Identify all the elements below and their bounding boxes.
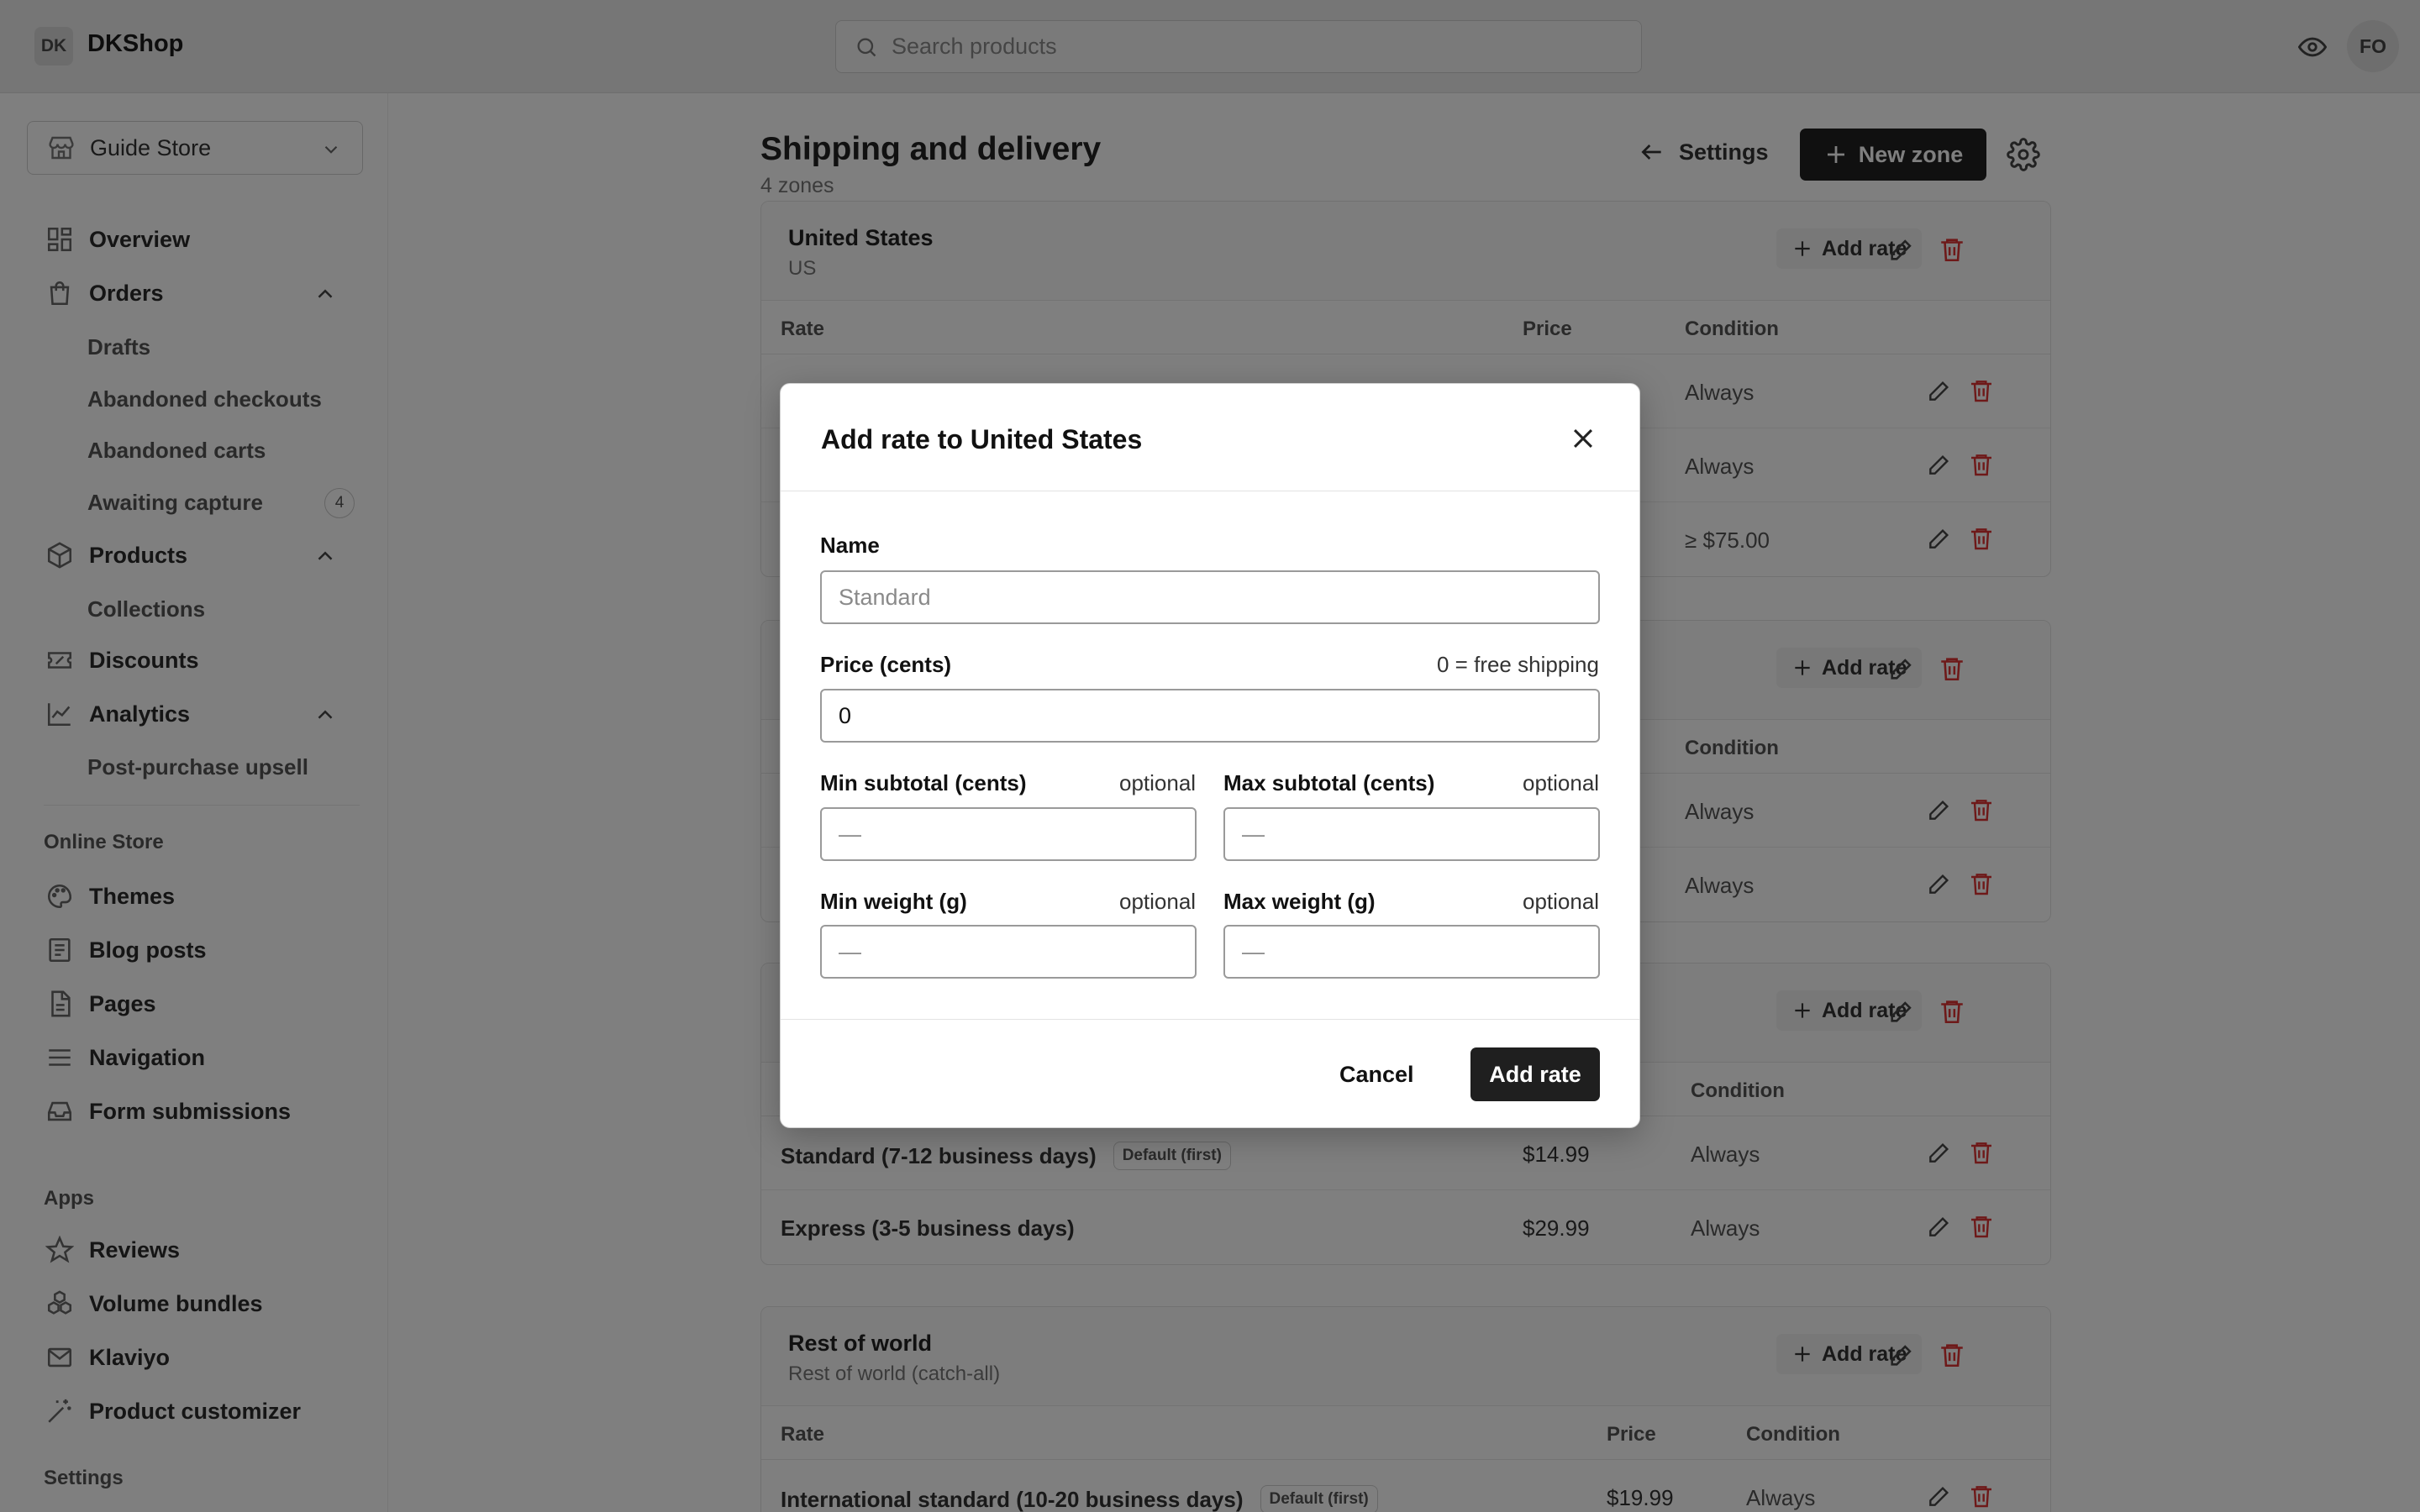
dialog-footer-divider bbox=[781, 1019, 1639, 1020]
dialog-header: Add rate to United States bbox=[781, 384, 1639, 491]
optional-hint: optional bbox=[1523, 889, 1600, 914]
price-label: Price (cents) bbox=[820, 652, 952, 677]
cancel-button[interactable]: Cancel bbox=[1339, 1047, 1414, 1101]
dialog-title: Add rate to United States bbox=[821, 424, 1143, 454]
optional-hint: optional bbox=[1119, 889, 1197, 914]
max-weight-label: Max weight (g) bbox=[1223, 889, 1376, 914]
min-weight-label: Min weight (g) bbox=[820, 889, 967, 914]
optional-hint: optional bbox=[1523, 770, 1600, 795]
max-subtotal-label: Max subtotal (cents) bbox=[1223, 770, 1435, 795]
min-weight-field[interactable] bbox=[820, 925, 1197, 979]
min-subtotal-label: Min subtotal (cents) bbox=[820, 770, 1027, 795]
name-label: Name bbox=[820, 533, 880, 558]
add-rate-dialog: Add rate to United States bbox=[780, 383, 1640, 1128]
price-hint: 0 = free shipping bbox=[1437, 652, 1599, 677]
optional-hint: optional bbox=[1119, 770, 1197, 795]
max-subtotal-field[interactable] bbox=[1223, 807, 1600, 861]
close-icon[interactable] bbox=[1569, 424, 1597, 453]
max-weight-field[interactable] bbox=[1223, 925, 1600, 979]
name-field[interactable] bbox=[820, 570, 1600, 624]
min-subtotal-field[interactable] bbox=[820, 807, 1197, 861]
price-field[interactable] bbox=[820, 689, 1600, 743]
add-rate-submit-button[interactable]: Add rate bbox=[1470, 1047, 1600, 1101]
